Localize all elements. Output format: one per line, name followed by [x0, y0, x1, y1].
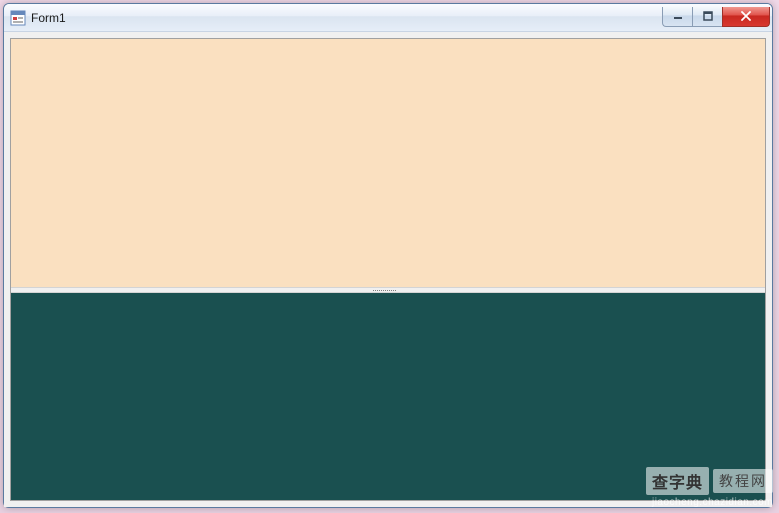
panel-top — [11, 39, 765, 287]
maximize-button[interactable] — [692, 7, 722, 27]
splitter-grip-icon — [373, 289, 403, 292]
close-button[interactable] — [722, 7, 770, 27]
application-window: Form1 — [3, 3, 773, 508]
app-icon — [10, 10, 26, 26]
window-controls — [662, 7, 770, 27]
client-area — [4, 32, 772, 507]
minimize-button[interactable] — [662, 7, 692, 27]
split-container — [10, 38, 766, 501]
window-title: Form1 — [31, 10, 662, 26]
titlebar[interactable]: Form1 — [4, 4, 772, 32]
panel-bottom — [11, 293, 765, 500]
